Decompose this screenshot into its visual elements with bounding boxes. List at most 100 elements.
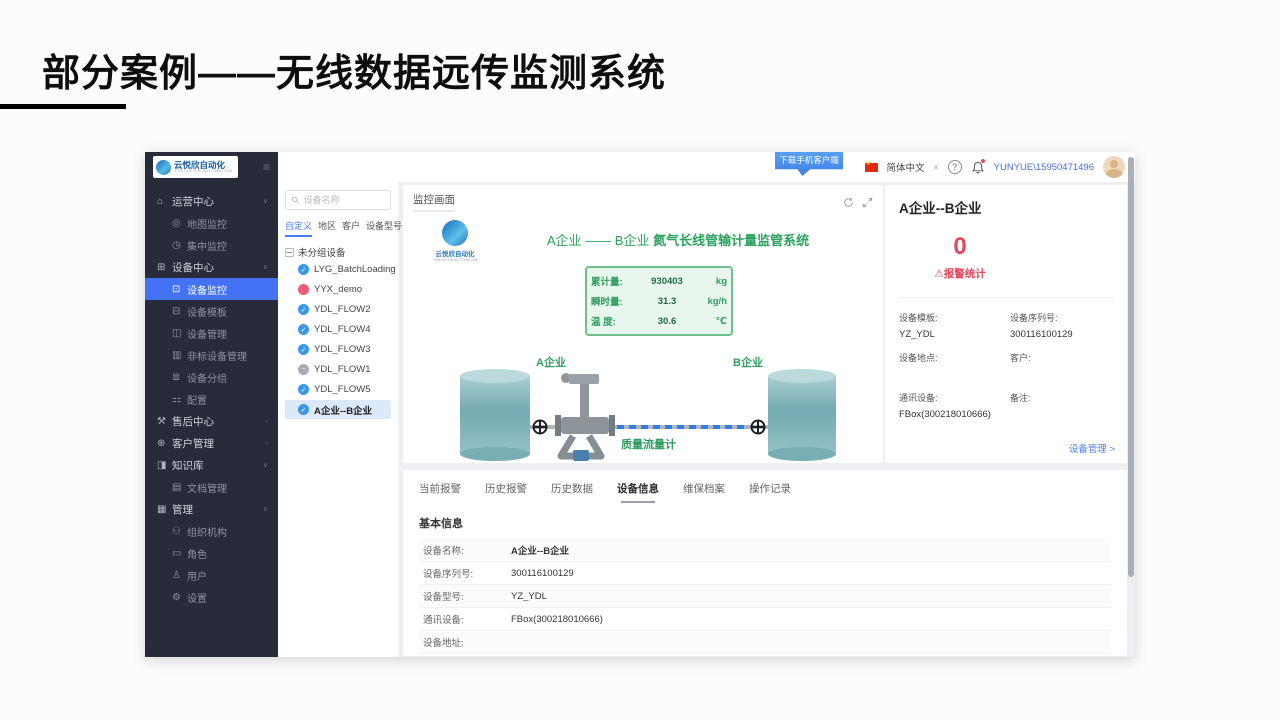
- sidebar-item-device-center[interactable]: ⊞设备中心∨: [145, 256, 278, 278]
- sidebar-item-label: 设备监控: [187, 282, 227, 297]
- sidebar-item-device-monitor[interactable]: ⊡设备监控: [145, 278, 278, 300]
- device-name: A企业--B企业: [314, 403, 372, 417]
- tab-history-data[interactable]: 历史数据: [551, 481, 593, 503]
- status-online-icon: ✓: [298, 384, 309, 395]
- device-item[interactable]: −YDL_FLOW1: [285, 360, 391, 379]
- sidebar-item-label: 设备分组: [187, 370, 227, 385]
- scrollbar[interactable]: [1128, 155, 1134, 653]
- device-manage-link[interactable]: 设备管理 >: [1069, 441, 1115, 455]
- username[interactable]: YUNYUE\15950471496: [994, 162, 1094, 173]
- tab-operation-log[interactable]: 操作记录: [749, 481, 791, 503]
- refresh-icon[interactable]: [843, 197, 854, 208]
- sidebar-item-operations-center[interactable]: ⌂运营中心∨: [145, 190, 278, 212]
- search-icon: [291, 195, 300, 205]
- tab-device-model[interactable]: 设备型号: [366, 219, 402, 237]
- sidebar-item-label: 知识库: [172, 458, 204, 473]
- chevron-down-icon: ∨: [934, 163, 939, 171]
- sidebar-item-user[interactable]: ♙用户: [145, 564, 278, 586]
- logo-subtitle: YUNYUEXIN AUTOMATION: [174, 169, 233, 173]
- tab-current-alarms[interactable]: 当前报警: [419, 481, 461, 503]
- tab-device-info[interactable]: 设备信息: [617, 481, 659, 503]
- device-item[interactable]: ✓YDL_FLOW3: [285, 340, 391, 359]
- sidebar: 云悦欣自动化 YUNYUEXIN AUTOMATION ≡ ⌂运营中心∨ ◎地图…: [145, 152, 278, 657]
- device-item[interactable]: ✓YDL_FLOW4: [285, 320, 391, 339]
- sidebar-item-nonstandard-device-manage[interactable]: ▥非标设备管理: [145, 344, 278, 366]
- tab-region[interactable]: 地区: [318, 219, 336, 237]
- flow-meter-label: 质量流量计: [621, 436, 676, 452]
- detail-tabs: 当前报警 历史报警 历史数据 设备信息 维保档案 操作记录: [419, 481, 1111, 503]
- table-row: 设备序列号:300116100129: [419, 562, 1111, 585]
- device-name: YDL_FLOW3: [314, 344, 371, 355]
- sidebar-item-label: 文档管理: [187, 480, 227, 495]
- hamburger-icon[interactable]: ≡: [263, 160, 270, 174]
- title-underline-bar: [0, 104, 126, 109]
- sidebar-item-map-monitor[interactable]: ◎地图监控: [145, 212, 278, 234]
- device-manage-icon: ◫: [172, 328, 187, 339]
- avatar[interactable]: [1103, 156, 1125, 178]
- detail-card: 当前报警 历史报警 历史数据 设备信息 维保档案 操作记录 基本信息 设备名称:…: [403, 470, 1127, 656]
- logo-icon: [156, 160, 171, 175]
- chevron-down-icon: ∨: [263, 263, 268, 271]
- expand-icon[interactable]: [862, 197, 873, 208]
- customer-icon: ⊕: [157, 438, 172, 449]
- sidebar-item-admin[interactable]: ▦管理∨: [145, 498, 278, 520]
- device-item[interactable]: ✓LYG_BatchLoading: [285, 260, 391, 279]
- readings-table: 累计量:930403kg 瞬时量:31.3kg/h 温 度:30.6℃: [585, 266, 733, 336]
- sidebar-item-label: 设备中心: [172, 260, 214, 275]
- search-input[interactable]: [304, 195, 385, 205]
- tab-customer[interactable]: 客户: [342, 219, 360, 237]
- device-item[interactable]: ✓YDL_FLOW2: [285, 300, 391, 319]
- page-title: 部分案例——无线数据远传监测系统: [42, 42, 666, 97]
- alarm-statistics[interactable]: 0 ⚠报警统计: [925, 233, 995, 281]
- device-list-panel: 自定义 地区 客户 设备型号 未分组设备 ✓LYG_BatchLoading Y…: [278, 182, 398, 657]
- sidebar-item-label: 售后中心: [172, 414, 214, 429]
- user-icon: ♙: [172, 570, 187, 581]
- reading-row: 瞬时量:31.3kg/h: [591, 291, 727, 311]
- device-group-icon: ≣: [172, 372, 187, 383]
- sidebar-item-customer-manage[interactable]: ⊕客户管理›: [145, 432, 278, 454]
- bell-icon[interactable]: [971, 160, 985, 175]
- device-item[interactable]: ✓YDL_FLOW5: [285, 380, 391, 399]
- field-value: YZ_YDL: [899, 329, 1002, 340]
- download-app-button[interactable]: 下载手机客户端: [775, 152, 843, 176]
- monitor-screen-card: 监控画面 云悦欣自动化 YUNYUEXIN AUTOMATION A企业 —— …: [403, 185, 883, 463]
- device-tree: 未分组设备 ✓LYG_BatchLoading YYX_demo ✓YDL_FL…: [285, 245, 391, 419]
- device-name: YDL_FLOW4: [314, 324, 371, 335]
- diagram-logo-subtitle: YUNYUEXIN AUTOMATION: [425, 258, 485, 262]
- sidebar-item-settings[interactable]: ⚙设置: [145, 586, 278, 608]
- tab-history-alarms[interactable]: 历史报警: [485, 481, 527, 503]
- sidebar-item-organization[interactable]: ⚇组织机构: [145, 520, 278, 542]
- device-item-selected[interactable]: ✓A企业--B企业: [285, 400, 391, 419]
- scrollbar-thumb[interactable]: [1128, 157, 1134, 577]
- sidebar-item-label: 地图监控: [187, 216, 227, 231]
- sidebar-item-device-group[interactable]: ≣设备分组: [145, 366, 278, 388]
- sidebar-item-device-manage[interactable]: ◫设备管理: [145, 322, 278, 344]
- device-group-row[interactable]: 未分组设备: [285, 245, 391, 259]
- sidebar-item-device-template[interactable]: ⊟设备模板: [145, 300, 278, 322]
- language-selector[interactable]: 简体中文: [887, 160, 925, 174]
- collapse-icon[interactable]: [285, 248, 294, 257]
- device-name: YDL_FLOW1: [314, 364, 371, 375]
- sidebar-menu: ⌂运营中心∨ ◎地图监控 ◷集中监控 ⊞设备中心∨ ⊡设备监控 ⊟设备模板 ◫设…: [145, 182, 278, 608]
- device-search[interactable]: [285, 190, 391, 210]
- sidebar-item-label: 非标设备管理: [187, 348, 247, 363]
- sidebar-item-role[interactable]: ▭角色: [145, 542, 278, 564]
- diagram-logo-title: 云悦欣自动化: [425, 248, 485, 258]
- help-icon[interactable]: ?: [948, 160, 962, 174]
- sidebar-item-config[interactable]: ⚏配置: [145, 388, 278, 410]
- sidebar-item-central-monitor[interactable]: ◷集中监控: [145, 234, 278, 256]
- sidebar-item-doc-manage[interactable]: ▤文档管理: [145, 476, 278, 498]
- tab-maintenance-records[interactable]: 维保档案: [683, 481, 725, 503]
- sidebar-item-aftersales-center[interactable]: ⚒售后中心›: [145, 410, 278, 432]
- map-pin-icon: ◎: [172, 218, 187, 229]
- device-info-panel: A企业--B企业 0 ⚠报警统计 设备模板:YZ_YDL 设备序列号:30011…: [885, 185, 1127, 463]
- tab-custom[interactable]: 自定义: [285, 219, 312, 237]
- sidebar-item-label: 设置: [187, 590, 207, 605]
- sidebar-item-label: 管理: [172, 502, 193, 517]
- sidebar-item-knowledge-base[interactable]: ◨知识库∨: [145, 454, 278, 476]
- alarm-label: 报警统计: [944, 268, 986, 280]
- sidebar-item-label: 集中监控: [187, 238, 227, 253]
- device-item[interactable]: YYX_demo: [285, 280, 391, 299]
- sidebar-item-label: 设备模板: [187, 304, 227, 319]
- status-online-icon: ✓: [298, 304, 309, 315]
